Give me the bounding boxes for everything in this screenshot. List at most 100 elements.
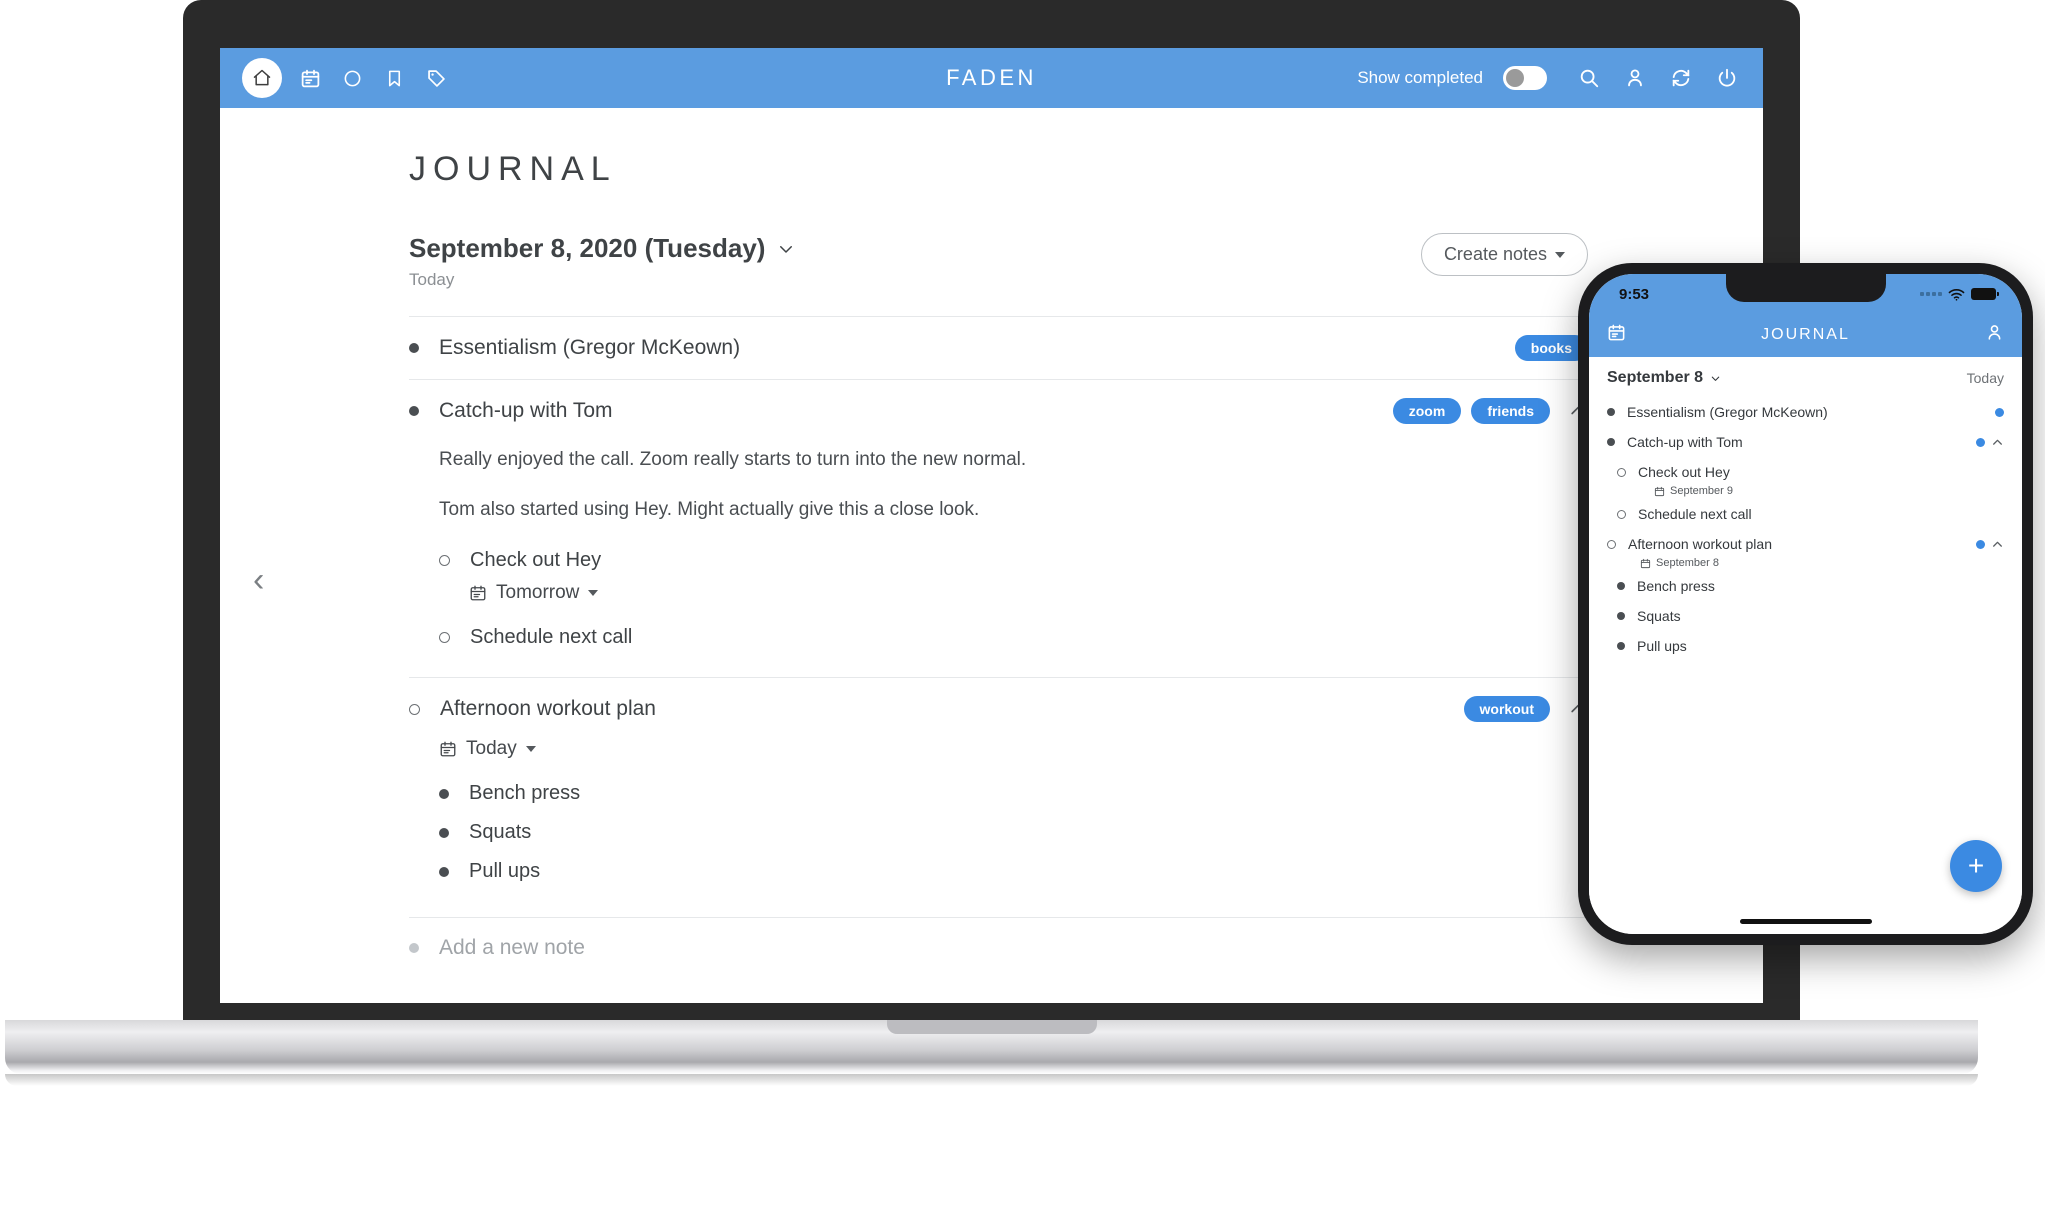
bullet-filled-icon[interactable] [439,866,449,877]
note-header: Catch-up with Tom zoom friends [409,398,1588,424]
phone-nav-bar: JOURNAL [1589,312,2022,357]
bullet-filled-icon[interactable] [409,406,419,416]
home-icon[interactable] [242,58,282,98]
wifi-icon [1948,288,1965,301]
bullet-filled-icon[interactable] [1607,408,1615,416]
person-icon[interactable] [1985,323,2004,347]
list-item-label: Bench press [1637,578,1715,594]
add-note-row[interactable]: Add a new note [409,918,1588,978]
calendar-icon [469,584,487,602]
tag-chip[interactable]: zoom [1392,398,1462,424]
toolbar-left-icons [242,58,450,98]
bullet-open-icon[interactable] [1607,539,1616,549]
list-item-label: Pull ups [1637,638,1687,654]
tag-chip[interactable]: friends [1471,398,1550,424]
note-item[interactable]: Catch-up with Tom zoom friends Really en… [409,380,1588,679]
plus-icon: + [1967,850,1985,881]
note-item[interactable]: Afternoon workout plan workout Today Ben… [409,678,1588,919]
toggle-knob [1506,69,1524,87]
child-task[interactable]: Check out Hey [439,549,1588,572]
bullet-filled-icon[interactable] [409,343,419,353]
bookmark-icon[interactable] [380,64,408,92]
tag-dot-icon [1976,437,1985,447]
child-task[interactable]: Bench press [439,782,1588,805]
bullet-filled-icon[interactable] [1617,642,1625,650]
person-icon[interactable] [1621,64,1649,92]
note-item[interactable]: Essentialism (Gregor McKeown) books [409,317,1588,380]
list-item-indicators [1976,538,2004,551]
list-item[interactable]: Catch-up with Tom [1603,427,2008,457]
bullet-filled-icon[interactable] [1617,582,1625,590]
bullet-open-icon[interactable] [409,703,420,715]
bullet-filled-icon[interactable] [439,827,449,838]
child-task-label: Pull ups [469,860,541,883]
show-completed-toggle[interactable] [1503,66,1547,90]
list-item[interactable]: Afternoon workout plan [1603,529,2008,559]
status-time: 9:53 [1619,285,1650,303]
calendar-icon[interactable] [296,64,324,92]
bullet-open-icon[interactable] [1617,509,1626,519]
phone-device: 9:53 JOURNAL September 8 Today Essential… [1578,263,2033,945]
add-note-label: Add a new note [439,936,585,960]
list-item[interactable]: Essentialism (Gregor McKeown) [1603,397,2008,427]
note-title: Afternoon workout plan [440,697,656,721]
caret-down-icon [525,746,536,753]
create-notes-button[interactable]: Create notes [1420,233,1588,276]
date-block: September 8, 2020 (Tuesday) Today [409,233,795,290]
bullet-open-icon[interactable] [1617,467,1626,477]
child-task[interactable]: Schedule next call [439,626,1588,649]
list-item[interactable]: Check out Hey [1603,457,2008,487]
bullet-filled-icon[interactable] [1617,612,1625,620]
note-children: Check out Hey Tomorrow Schedule next cal… [439,549,1588,649]
tag-chip[interactable]: books [1514,335,1588,361]
calendar-icon [1640,558,1651,568]
bullet-open-icon[interactable] [439,632,450,644]
note-header: Essentialism (Gregor McKeown) books [409,335,1588,361]
child-task[interactable]: Squats [439,821,1588,844]
child-task-label: Bench press [469,782,581,805]
laptop-device: FADEN Show completed ‹ JOURNAL September… [5,0,1978,1086]
screenshot-stage: FADEN Show completed ‹ JOURNAL September… [0,0,2045,1231]
add-note-header: Add a new note [409,936,1588,960]
status-indicators [1920,288,1999,301]
power-icon[interactable] [1713,64,1741,92]
phone-date-selector[interactable]: September 8 [1607,369,1721,387]
child-task-label: Check out Hey [470,549,602,572]
prev-day-arrow[interactable]: ‹ [253,563,264,597]
bullet-open-icon[interactable] [439,555,450,567]
date-heading: September 8, 2020 (Tuesday) [409,233,766,263]
note-tags: books [1514,335,1588,361]
list-item[interactable]: Schedule next call [1603,499,2008,529]
chevron-down-icon [780,245,793,253]
child-task[interactable]: Pull ups [439,860,1588,883]
note-due-date[interactable]: Today [439,738,1588,760]
tag-chip[interactable]: workout [1463,696,1550,723]
due-date-label: Tomorrow [496,582,580,604]
search-icon[interactable] [1575,64,1603,92]
list-item-indicators [1976,436,2004,449]
note-title: Essentialism (Gregor McKeown) [439,336,741,359]
date-selector[interactable]: September 8, 2020 (Tuesday) [409,233,795,264]
collapse-chevron-up-icon[interactable] [1991,538,2004,551]
signal-dots-icon [1920,292,1942,296]
note-tags: workout [1463,696,1588,723]
bullet-filled-icon[interactable] [439,788,449,799]
phone-content: September 8 Today Essentialism (Gregor M… [1589,357,2022,934]
sync-icon[interactable] [1667,64,1695,92]
calendar-icon[interactable] [1607,323,1626,347]
note-tags: zoom friends [1392,398,1588,424]
circle-icon[interactable] [338,64,366,92]
home-indicator [1739,919,1872,924]
calendar-icon [1654,486,1665,496]
tag-icon[interactable] [422,64,450,92]
bullet-filled-icon[interactable] [1607,438,1615,446]
list-item[interactable]: Squats [1603,601,2008,631]
create-notes-label: Create notes [1443,244,1547,264]
list-item[interactable]: Pull ups [1603,631,2008,661]
list-item-label: Catch-up with Tom [1627,434,1743,450]
add-note-fab[interactable]: + [1950,840,2002,892]
phone-date-row: September 8 Today [1589,357,2022,393]
child-due-date[interactable]: Tomorrow [469,582,1588,604]
list-item[interactable]: Bench press [1603,571,2008,601]
collapse-chevron-up-icon[interactable] [1991,436,2004,449]
